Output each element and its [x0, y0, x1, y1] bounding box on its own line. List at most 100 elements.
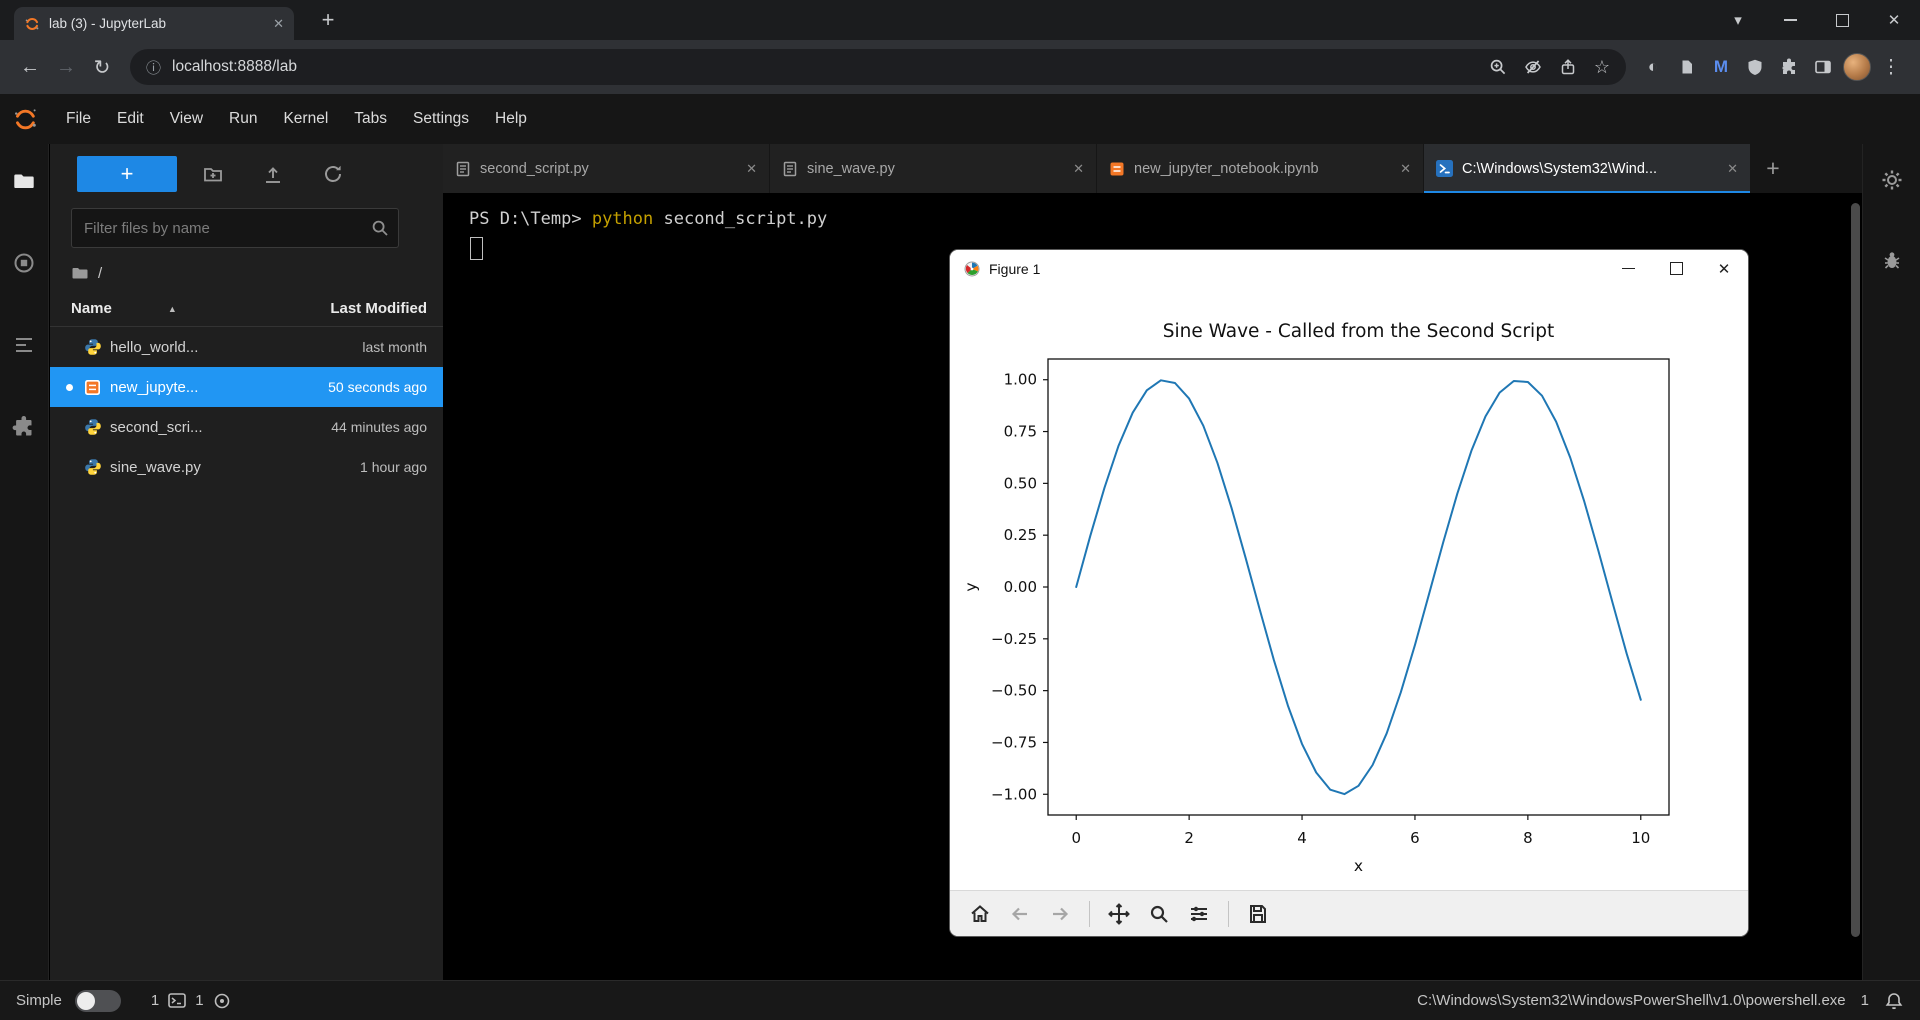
- back-icon[interactable]: [1002, 895, 1038, 933]
- settings-gear-icon[interactable]: [1881, 169, 1903, 191]
- status-bar: Simple 1 1 C:\Windows\System32\WindowsPo…: [0, 980, 1920, 1020]
- column-last-modified[interactable]: Last Modified: [330, 300, 427, 317]
- x-tick-label: 8: [1523, 829, 1533, 847]
- y-tick-label: 0.75: [1004, 423, 1037, 441]
- window-minimize-button[interactable]: [1764, 0, 1816, 40]
- terminal-argument: second_script.py: [653, 209, 827, 229]
- debugger-bug-icon[interactable]: [1881, 249, 1903, 271]
- tab-notebook[interactable]: new_jupyter_notebook.ipynb ✕: [1097, 144, 1423, 193]
- gmail-m-icon[interactable]: M: [1704, 50, 1738, 84]
- file-row[interactable]: second_scri... 44 minutes ago: [50, 407, 443, 447]
- x-tick-label: 0: [1071, 829, 1081, 847]
- address-bar[interactable]: ⓘ localhost:8888/lab ☆: [130, 49, 1626, 85]
- extensions-puzzle-icon[interactable]: [1772, 50, 1806, 84]
- tab-sine-wave[interactable]: sine_wave.py ✕: [770, 144, 1096, 193]
- zoom-rect-icon[interactable]: [1141, 895, 1177, 933]
- figure-titlebar[interactable]: Figure 1 ✕: [950, 250, 1748, 287]
- refresh-icon[interactable]: [309, 156, 357, 192]
- file-row[interactable]: hello_world... last month: [50, 327, 443, 367]
- pan-icon[interactable]: [1101, 895, 1137, 933]
- file-modified: 1 hour ago: [360, 459, 427, 475]
- reload-button[interactable]: ↻: [84, 49, 120, 85]
- zoom-in-icon[interactable]: [1489, 58, 1507, 76]
- tab-close-icon[interactable]: ✕: [1073, 161, 1084, 177]
- session-counts[interactable]: 1 1: [151, 992, 231, 1010]
- figure-close-button[interactable]: ✕: [1700, 250, 1748, 287]
- breadcrumb[interactable]: /: [71, 264, 443, 282]
- browser-tab[interactable]: lab (3) - JupyterLab ✕: [14, 7, 294, 40]
- search-icon[interactable]: [371, 219, 389, 242]
- share-icon[interactable]: [1559, 58, 1577, 76]
- chart-title: Sine Wave - Called from the Second Scrip…: [1163, 321, 1554, 342]
- tab-close-icon[interactable]: ✕: [1400, 161, 1411, 177]
- browser-tab-title: lab (3) - JupyterLab: [49, 16, 264, 31]
- home-icon[interactable]: [962, 895, 998, 933]
- menu-file[interactable]: File: [53, 94, 104, 144]
- menu-run[interactable]: Run: [216, 94, 270, 144]
- sort-caret-up-icon[interactable]: ▲: [168, 304, 177, 314]
- python-file-icon: [84, 458, 106, 476]
- save-icon[interactable]: [1240, 895, 1276, 933]
- table-of-contents-icon[interactable]: [12, 333, 36, 357]
- new-launcher-button[interactable]: +: [77, 156, 177, 192]
- python-file-icon: [84, 418, 106, 436]
- bell-icon[interactable]: [1884, 991, 1904, 1011]
- file-row[interactable]: sine_wave.py 1 hour ago: [50, 447, 443, 487]
- tab-close-icon[interactable]: ✕: [746, 161, 757, 177]
- filter-input[interactable]: [71, 208, 399, 248]
- menu-help[interactable]: Help: [482, 94, 540, 144]
- forward-button[interactable]: →: [48, 49, 84, 85]
- side-panel-icon[interactable]: [1806, 50, 1840, 84]
- avatar[interactable]: [1840, 50, 1874, 84]
- window-close-button[interactable]: ✕: [1868, 0, 1920, 40]
- tab-search-chevron-icon[interactable]: ▾: [1712, 0, 1764, 40]
- shield-icon[interactable]: [1738, 50, 1772, 84]
- y-tick-label: 1.00: [1004, 371, 1037, 389]
- interpreter-path[interactable]: C:\Windows\System32\WindowsPowerShell\v1…: [1417, 992, 1846, 1009]
- menu-edit[interactable]: Edit: [104, 94, 157, 144]
- column-name[interactable]: Name: [71, 300, 112, 317]
- bookmark-star-icon[interactable]: ☆: [1594, 57, 1610, 78]
- menu-tabs[interactable]: Tabs: [341, 94, 400, 144]
- running-sessions-icon[interactable]: [12, 251, 36, 275]
- tab-terminal-active[interactable]: C:\Windows\System32\Wind... ✕: [1424, 144, 1750, 193]
- extension-manager-icon[interactable]: [12, 415, 36, 439]
- x-axis-label: x: [1354, 857, 1363, 875]
- browser-titlebar: lab (3) - JupyterLab ✕ + ▾ ✕: [0, 0, 1920, 40]
- tab-close-icon[interactable]: ✕: [273, 16, 284, 32]
- window-maximize-button[interactable]: [1816, 0, 1868, 40]
- sine-curve: [1076, 380, 1641, 794]
- back-button[interactable]: ←: [12, 49, 48, 85]
- figure-canvas[interactable]: Sine Wave - Called from the Second Scrip…: [950, 287, 1748, 890]
- configure-subplots-icon[interactable]: [1181, 895, 1217, 933]
- half-circle-icon[interactable]: ◐: [1636, 50, 1670, 84]
- scrollbar-thumb[interactable]: [1851, 203, 1860, 937]
- simple-mode-toggle[interactable]: [75, 990, 121, 1012]
- figure-maximize-button[interactable]: [1652, 250, 1700, 287]
- new-tab-button[interactable]: +: [312, 5, 344, 35]
- menu-kernel[interactable]: Kernel: [270, 94, 341, 144]
- y-tick-label: −0.50: [991, 682, 1037, 700]
- terminal-scrollbar[interactable]: [1850, 197, 1861, 976]
- terminal-icon: [168, 992, 186, 1010]
- menu-settings[interactable]: Settings: [400, 94, 482, 144]
- tab-second-script[interactable]: second_script.py ✕: [443, 144, 769, 193]
- eye-off-icon[interactable]: [1524, 58, 1542, 76]
- document-icon[interactable]: [1670, 50, 1704, 84]
- terminal-panel[interactable]: PS D:\Temp> python second_script.py Figu…: [443, 193, 1862, 980]
- figure-minimize-button[interactable]: [1604, 250, 1652, 287]
- breadcrumb-root[interactable]: /: [98, 265, 102, 282]
- statusbar-right: C:\Windows\System32\WindowsPowerShell\v1…: [1417, 991, 1904, 1011]
- forward-icon[interactable]: [1042, 895, 1078, 933]
- y-tick-label: −0.25: [991, 630, 1037, 648]
- upload-icon[interactable]: [249, 156, 297, 192]
- site-info-icon[interactable]: ⓘ: [146, 57, 161, 78]
- new-folder-icon[interactable]: [189, 156, 237, 192]
- figure-window[interactable]: Figure 1 ✕ Sine Wave - Called from the S…: [949, 249, 1749, 937]
- kebab-menu-icon[interactable]: ⋮: [1874, 50, 1908, 84]
- menu-view[interactable]: View: [157, 94, 216, 144]
- file-browser-icon[interactable]: [12, 169, 36, 193]
- tab-close-icon[interactable]: ✕: [1727, 161, 1738, 177]
- add-tab-button[interactable]: +: [1751, 144, 1795, 193]
- file-row-selected[interactable]: new_jupyte... 50 seconds ago: [50, 367, 443, 407]
